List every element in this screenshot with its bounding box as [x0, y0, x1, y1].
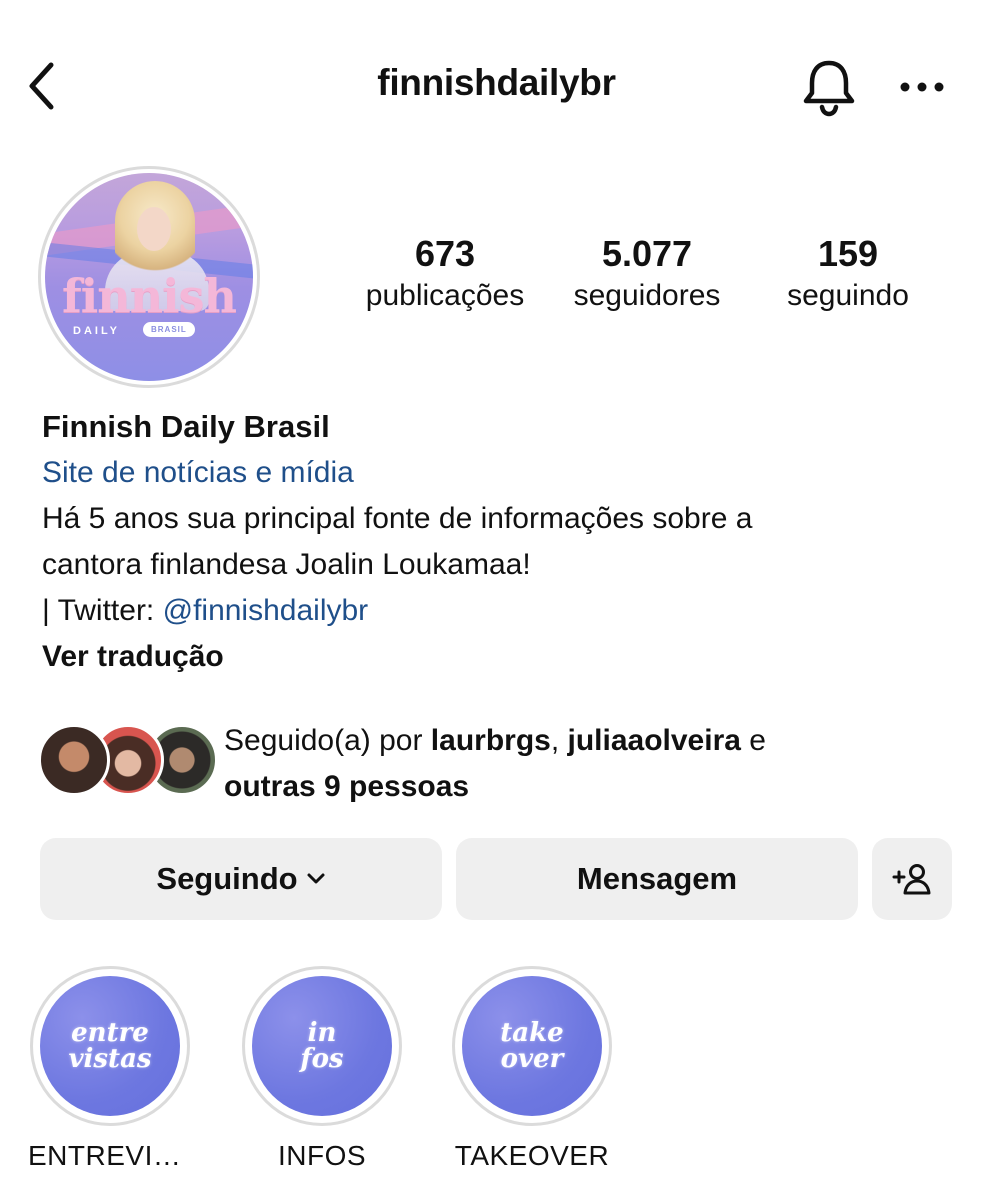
separator: ,: [550, 724, 568, 757]
highlight-cover-text: fos: [300, 1044, 344, 1074]
posts-stat[interactable]: 673 publicações: [352, 232, 538, 316]
highlight-label: ENTREVIST...: [28, 1140, 192, 1171]
following-button[interactable]: Seguindo: [40, 838, 442, 920]
following-stat[interactable]: 159 seguindo: [770, 232, 926, 316]
bio-twitter-prefix: | Twitter:: [42, 594, 163, 627]
more-options-button[interactable]: [896, 66, 948, 108]
avatar-logo-badge: BRASIL: [143, 322, 195, 337]
profile-category[interactable]: Site de notícias e mídia: [42, 450, 962, 496]
highlight-cover: take over: [462, 976, 602, 1116]
bio-line: Há 5 anos sua principal fonte de informa…: [42, 502, 753, 535]
followers-stat[interactable]: 5.077 seguidores: [554, 232, 740, 316]
highlight-label: TAKEOVER: [454, 1140, 610, 1171]
message-button-label: Mensagem: [576, 861, 738, 896]
avatar-figure-face: [137, 207, 171, 251]
profile-bio: Finnish Daily Brasil Site de notícias e …: [42, 404, 962, 680]
followers-count: 5.077: [601, 233, 693, 274]
highlight-cover-ring: take over: [452, 966, 612, 1126]
mutual-followers-text: Seguido(a) por laurbrgs, juliaaolveira e…: [224, 718, 944, 810]
chevron-down-icon: [306, 872, 326, 886]
add-user-icon: [892, 864, 931, 895]
bio-twitter-line: | Twitter: @finnishdailybr: [42, 588, 962, 634]
profile-page: finnishdailybr finnish DAILY BRASIL 673 …: [0, 0, 993, 1200]
highlight-label: INFOS: [277, 1140, 367, 1171]
highlight-cover-ring: in fos: [242, 966, 402, 1126]
avatar-logo-sub: DAILY: [73, 325, 120, 337]
profile-display-name: Finnish Daily Brasil: [42, 409, 330, 444]
notifications-button[interactable]: [798, 56, 860, 118]
highlight-cover-text: take: [500, 1018, 564, 1048]
profile-avatar[interactable]: finnish DAILY BRASIL: [38, 166, 260, 388]
top-bar: finnishdailybr: [0, 0, 993, 170]
posts-label: publicações: [365, 279, 525, 312]
highlight-cover-text: in: [307, 1018, 337, 1048]
highlight-cover: entre vistas: [40, 976, 180, 1116]
following-button-label: Seguindo: [156, 861, 298, 896]
story-highlight-entrevistas[interactable]: entre vistas ENTREVIST...: [28, 966, 192, 1172]
avatar: [38, 724, 110, 796]
bio-line: cantora finlandesa Joalin Loukamaa!: [42, 548, 531, 581]
highlight-cover-text: entre: [71, 1018, 149, 1048]
profile-picture: finnish DAILY BRASIL: [45, 173, 253, 381]
highlight-cover-text: over: [500, 1044, 564, 1074]
highlight-cover-ring: entre vistas: [30, 966, 190, 1126]
avatar-logo-text: finnish: [62, 269, 237, 323]
mutual-user-2: juliaaolveira: [567, 724, 741, 757]
followed-by-prefix: Seguido(a) por: [224, 724, 431, 757]
mutual-followers[interactable]: Seguido(a) por laurbrgs, juliaaolveira e…: [38, 718, 958, 808]
conjunction: e: [740, 724, 766, 757]
mutual-others: outras 9 pessoas: [224, 770, 470, 803]
mutual-user-1: laurbrgs: [430, 724, 551, 757]
posts-count: 673: [414, 233, 476, 274]
following-label: seguindo: [787, 279, 909, 312]
highlight-cover: in fos: [252, 976, 392, 1116]
suggested-users-button[interactable]: [872, 838, 952, 920]
twitter-handle-link[interactable]: @finnishdailybr: [163, 594, 369, 627]
message-button[interactable]: Mensagem: [456, 838, 858, 920]
following-count: 159: [817, 233, 879, 274]
highlight-cover-text: vistas: [68, 1044, 152, 1074]
followers-label: seguidores: [573, 279, 721, 312]
bell-icon: [803, 60, 855, 117]
story-highlight-takeover[interactable]: take over TAKEOVER: [450, 966, 614, 1172]
see-translation-link[interactable]: Ver tradução: [42, 634, 962, 680]
story-highlight-infos[interactable]: in fos INFOS: [240, 966, 404, 1172]
more-horizontal-icon: [900, 82, 944, 92]
